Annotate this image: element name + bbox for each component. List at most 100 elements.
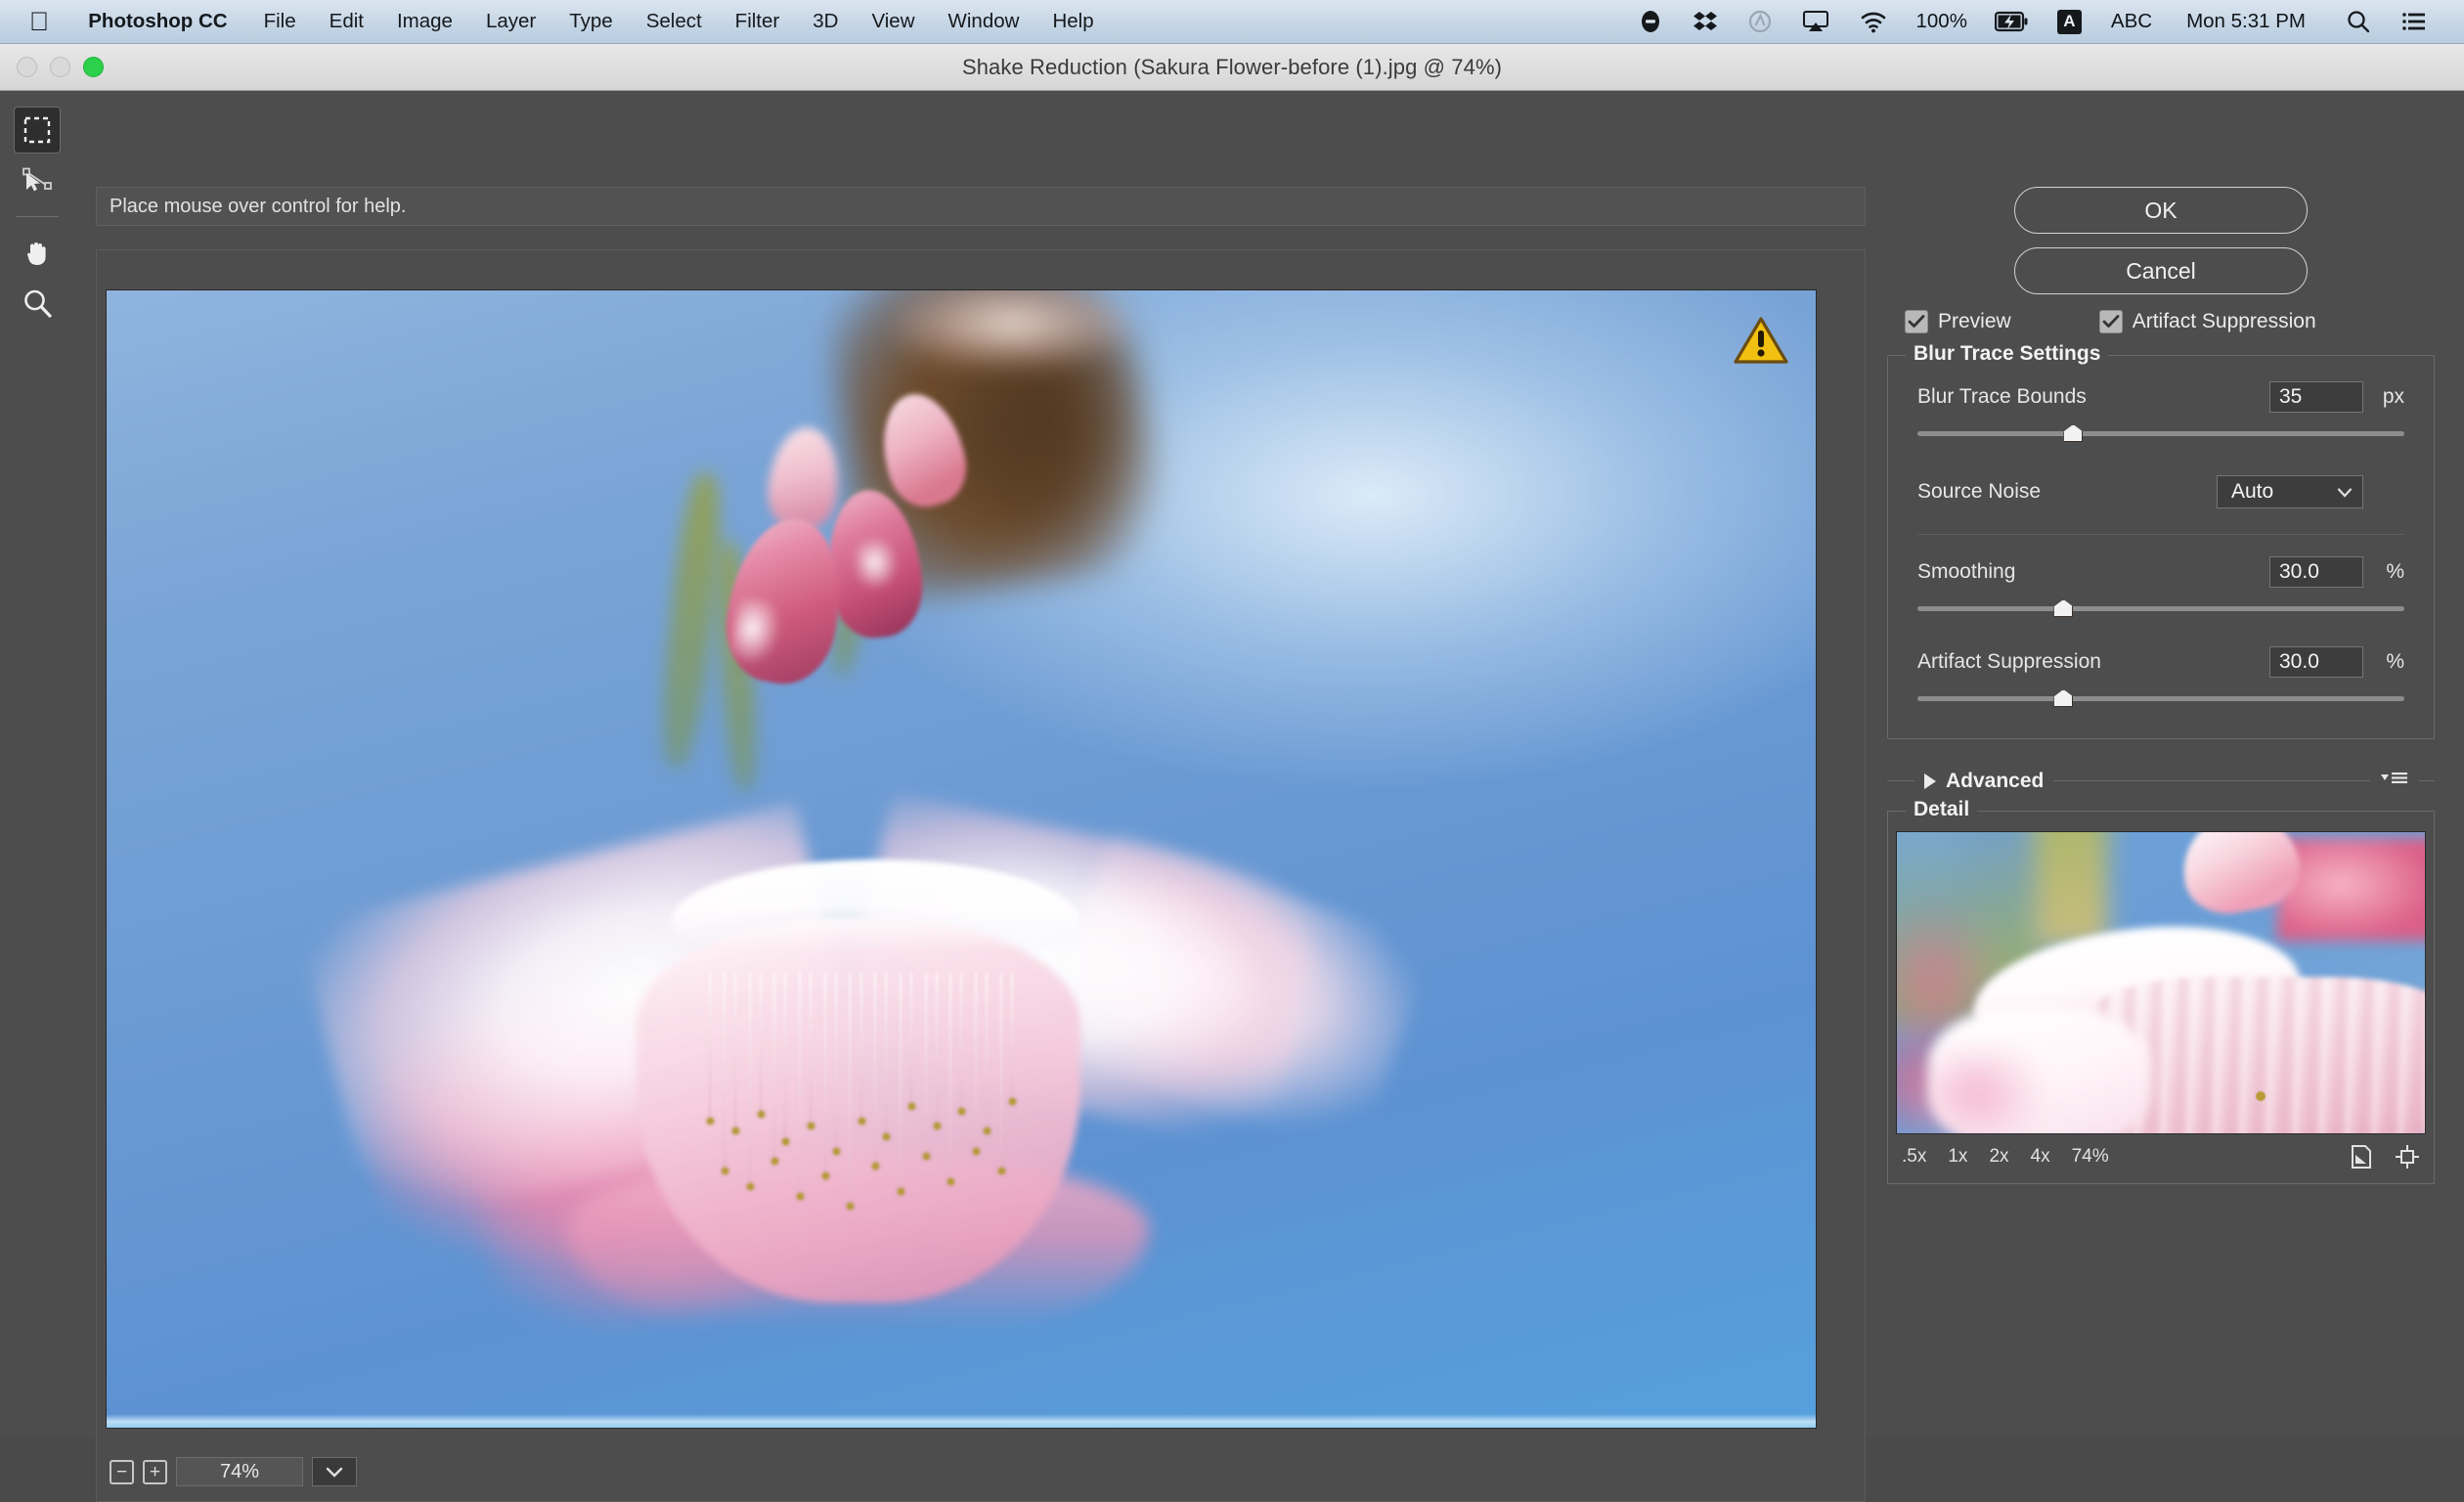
menu-filter[interactable]: Filter xyxy=(719,10,797,33)
zoom-level-field[interactable]: 74% xyxy=(176,1457,303,1486)
stamen-strand xyxy=(724,972,726,1169)
window-titlebar[interactable]: Shake Reduction (Sakura Flower-before (1… xyxy=(0,44,2464,91)
chevron-down-icon xyxy=(2337,487,2353,498)
menu-3d[interactable]: 3D xyxy=(796,10,855,33)
ok-button[interactable]: OK xyxy=(2014,187,2308,234)
preview-checkbox[interactable]: Preview xyxy=(1905,310,2011,333)
notification-center-icon[interactable] xyxy=(2386,10,2442,33)
settings-panel: OK Cancel Preview Artifact Suppression B… xyxy=(1877,187,2444,1429)
detail-zoom-2x[interactable]: 2x xyxy=(1989,1146,2008,1168)
stamen-strand xyxy=(985,972,988,1128)
search-icon[interactable] xyxy=(2331,9,2386,34)
stamen-strand xyxy=(799,972,802,1193)
detail-zoom-bar: .5x 1x 2x 4x 74% xyxy=(1896,1134,2426,1175)
cancel-button[interactable]: Cancel xyxy=(2014,247,2308,294)
window-title: Shake Reduction (Sakura Flower-before (1… xyxy=(961,54,1503,79)
image-canvas[interactable] xyxy=(106,289,1817,1429)
stamen-strand xyxy=(734,972,737,1128)
detail-legend: Detail xyxy=(1906,798,1978,821)
blur-trace-bounds-label: Blur Trace Bounds xyxy=(1917,385,2087,408)
menu-edit[interactable]: Edit xyxy=(313,10,380,33)
checkbox-box[interactable] xyxy=(2098,310,2123,333)
stamen-strand xyxy=(960,972,963,1108)
panel-menu-icon[interactable] xyxy=(2380,769,2409,793)
pollen-dot xyxy=(883,1132,891,1140)
artifact-suppression-label: Artifact Suppression xyxy=(1917,650,2101,673)
pollen-dot xyxy=(897,1187,904,1195)
menu-app-name[interactable]: Photoshop CC xyxy=(68,10,246,33)
triangle-right-icon[interactable] xyxy=(1924,773,1936,789)
zoom-level-dropdown[interactable] xyxy=(312,1457,357,1486)
hand-icon xyxy=(27,243,46,265)
zoom-in-button[interactable]: + xyxy=(143,1459,167,1484)
hand-tool[interactable] xyxy=(14,229,61,276)
checkbox-box[interactable] xyxy=(1905,310,1928,333)
pollen-dot xyxy=(872,1163,880,1171)
menu-type[interactable]: Type xyxy=(552,10,629,33)
blur-trace-bounds-input[interactable]: 35 xyxy=(2269,381,2363,413)
advanced-section-header[interactable]: Advanced xyxy=(1887,769,2435,793)
detail-preview-image[interactable] xyxy=(1896,831,2426,1134)
stamen-strand xyxy=(935,972,938,1124)
detail-zoom-1x[interactable]: 1x xyxy=(1948,1146,1967,1168)
slider-thumb[interactable] xyxy=(2053,689,2074,707)
input-source-badge[interactable]: A xyxy=(2043,9,2098,34)
menu-image[interactable]: Image xyxy=(380,10,469,33)
undock-detail-icon[interactable] xyxy=(2350,1144,2373,1170)
airplay-icon[interactable] xyxy=(1787,9,1844,34)
warning-triangle-icon[interactable] xyxy=(1734,316,1788,365)
menu-window[interactable]: Window xyxy=(932,10,1036,33)
menu-view[interactable]: View xyxy=(855,10,931,33)
slider-track xyxy=(1917,606,2404,611)
battery-charging-icon[interactable] xyxy=(1980,11,2043,32)
wifi-icon[interactable] xyxy=(1844,9,1903,34)
dropbox-icon[interactable] xyxy=(1678,9,1733,34)
detail-pollen-dot xyxy=(2256,1090,2266,1101)
dashed-marquee-icon xyxy=(23,116,51,144)
artifact-suppression-slider[interactable] xyxy=(1917,685,2404,711)
slider-thumb[interactable] xyxy=(2053,599,2074,617)
pollen-dot xyxy=(1008,1097,1016,1105)
pollen-dot xyxy=(997,1168,1005,1175)
canvas-zoom-bar: − + 74% xyxy=(106,1450,1817,1493)
creative-cloud-icon[interactable] xyxy=(1733,9,1787,34)
blur-direction-tool[interactable] xyxy=(14,157,61,204)
menu-select[interactable]: Select xyxy=(630,10,719,33)
pollen-dot xyxy=(732,1127,740,1135)
smoothing-input[interactable]: 30.0 xyxy=(2269,556,2363,588)
detail-zoom-fit[interactable]: 74% xyxy=(2072,1146,2109,1168)
zoom-tool[interactable] xyxy=(14,280,61,327)
menu-file[interactable]: File xyxy=(247,10,313,33)
artifact-suppression-input[interactable]: 30.0 xyxy=(2269,646,2363,678)
blur-trace-bounds-slider[interactable] xyxy=(1917,420,2404,446)
pollen-dot xyxy=(821,1172,829,1180)
zoom-out-button[interactable]: − xyxy=(110,1459,134,1484)
pollen-dot xyxy=(958,1107,966,1115)
do-not-disturb-icon[interactable] xyxy=(1623,9,1678,34)
stamen-strand xyxy=(999,972,1002,1169)
pollen-dot xyxy=(782,1137,790,1145)
crosshair-pin-icon[interactable] xyxy=(2395,1144,2420,1170)
slider-thumb[interactable] xyxy=(2063,424,2084,442)
tool-divider xyxy=(16,216,59,217)
stamen-strand xyxy=(974,972,977,1148)
detail-zoom-4x[interactable]: 4x xyxy=(2031,1146,2050,1168)
menu-bar-status-area: 100% A ABC Mon 5:31 PM xyxy=(1623,9,2442,34)
stamen-strand xyxy=(823,972,826,1173)
blur-estimation-region-tool[interactable] xyxy=(14,107,61,154)
menu-bar-clock[interactable]: Mon 5:31 PM xyxy=(2165,10,2331,33)
chevron-down-icon xyxy=(326,1467,343,1478)
menu-layer[interactable]: Layer xyxy=(469,10,552,33)
pollen-dot xyxy=(771,1158,779,1166)
detail-zoom-half[interactable]: .5x xyxy=(1902,1146,1926,1168)
artifact-suppression-row: Artifact Suppression 30.0 % xyxy=(1917,646,2404,678)
menu-help[interactable]: Help xyxy=(1035,10,1110,33)
stamen-strand xyxy=(949,972,952,1178)
horizon-glow xyxy=(107,1414,1816,1428)
artifact-suppression-checkbox[interactable]: Artifact Suppression xyxy=(2098,310,2316,333)
smoothing-slider[interactable] xyxy=(1917,596,2404,621)
blur-trace-bounds-unit: px xyxy=(2382,385,2404,408)
input-source-label[interactable]: ABC xyxy=(2098,10,2165,33)
source-noise-select[interactable]: Auto xyxy=(2217,475,2363,508)
apple-logo-icon[interactable]:  xyxy=(22,8,68,35)
